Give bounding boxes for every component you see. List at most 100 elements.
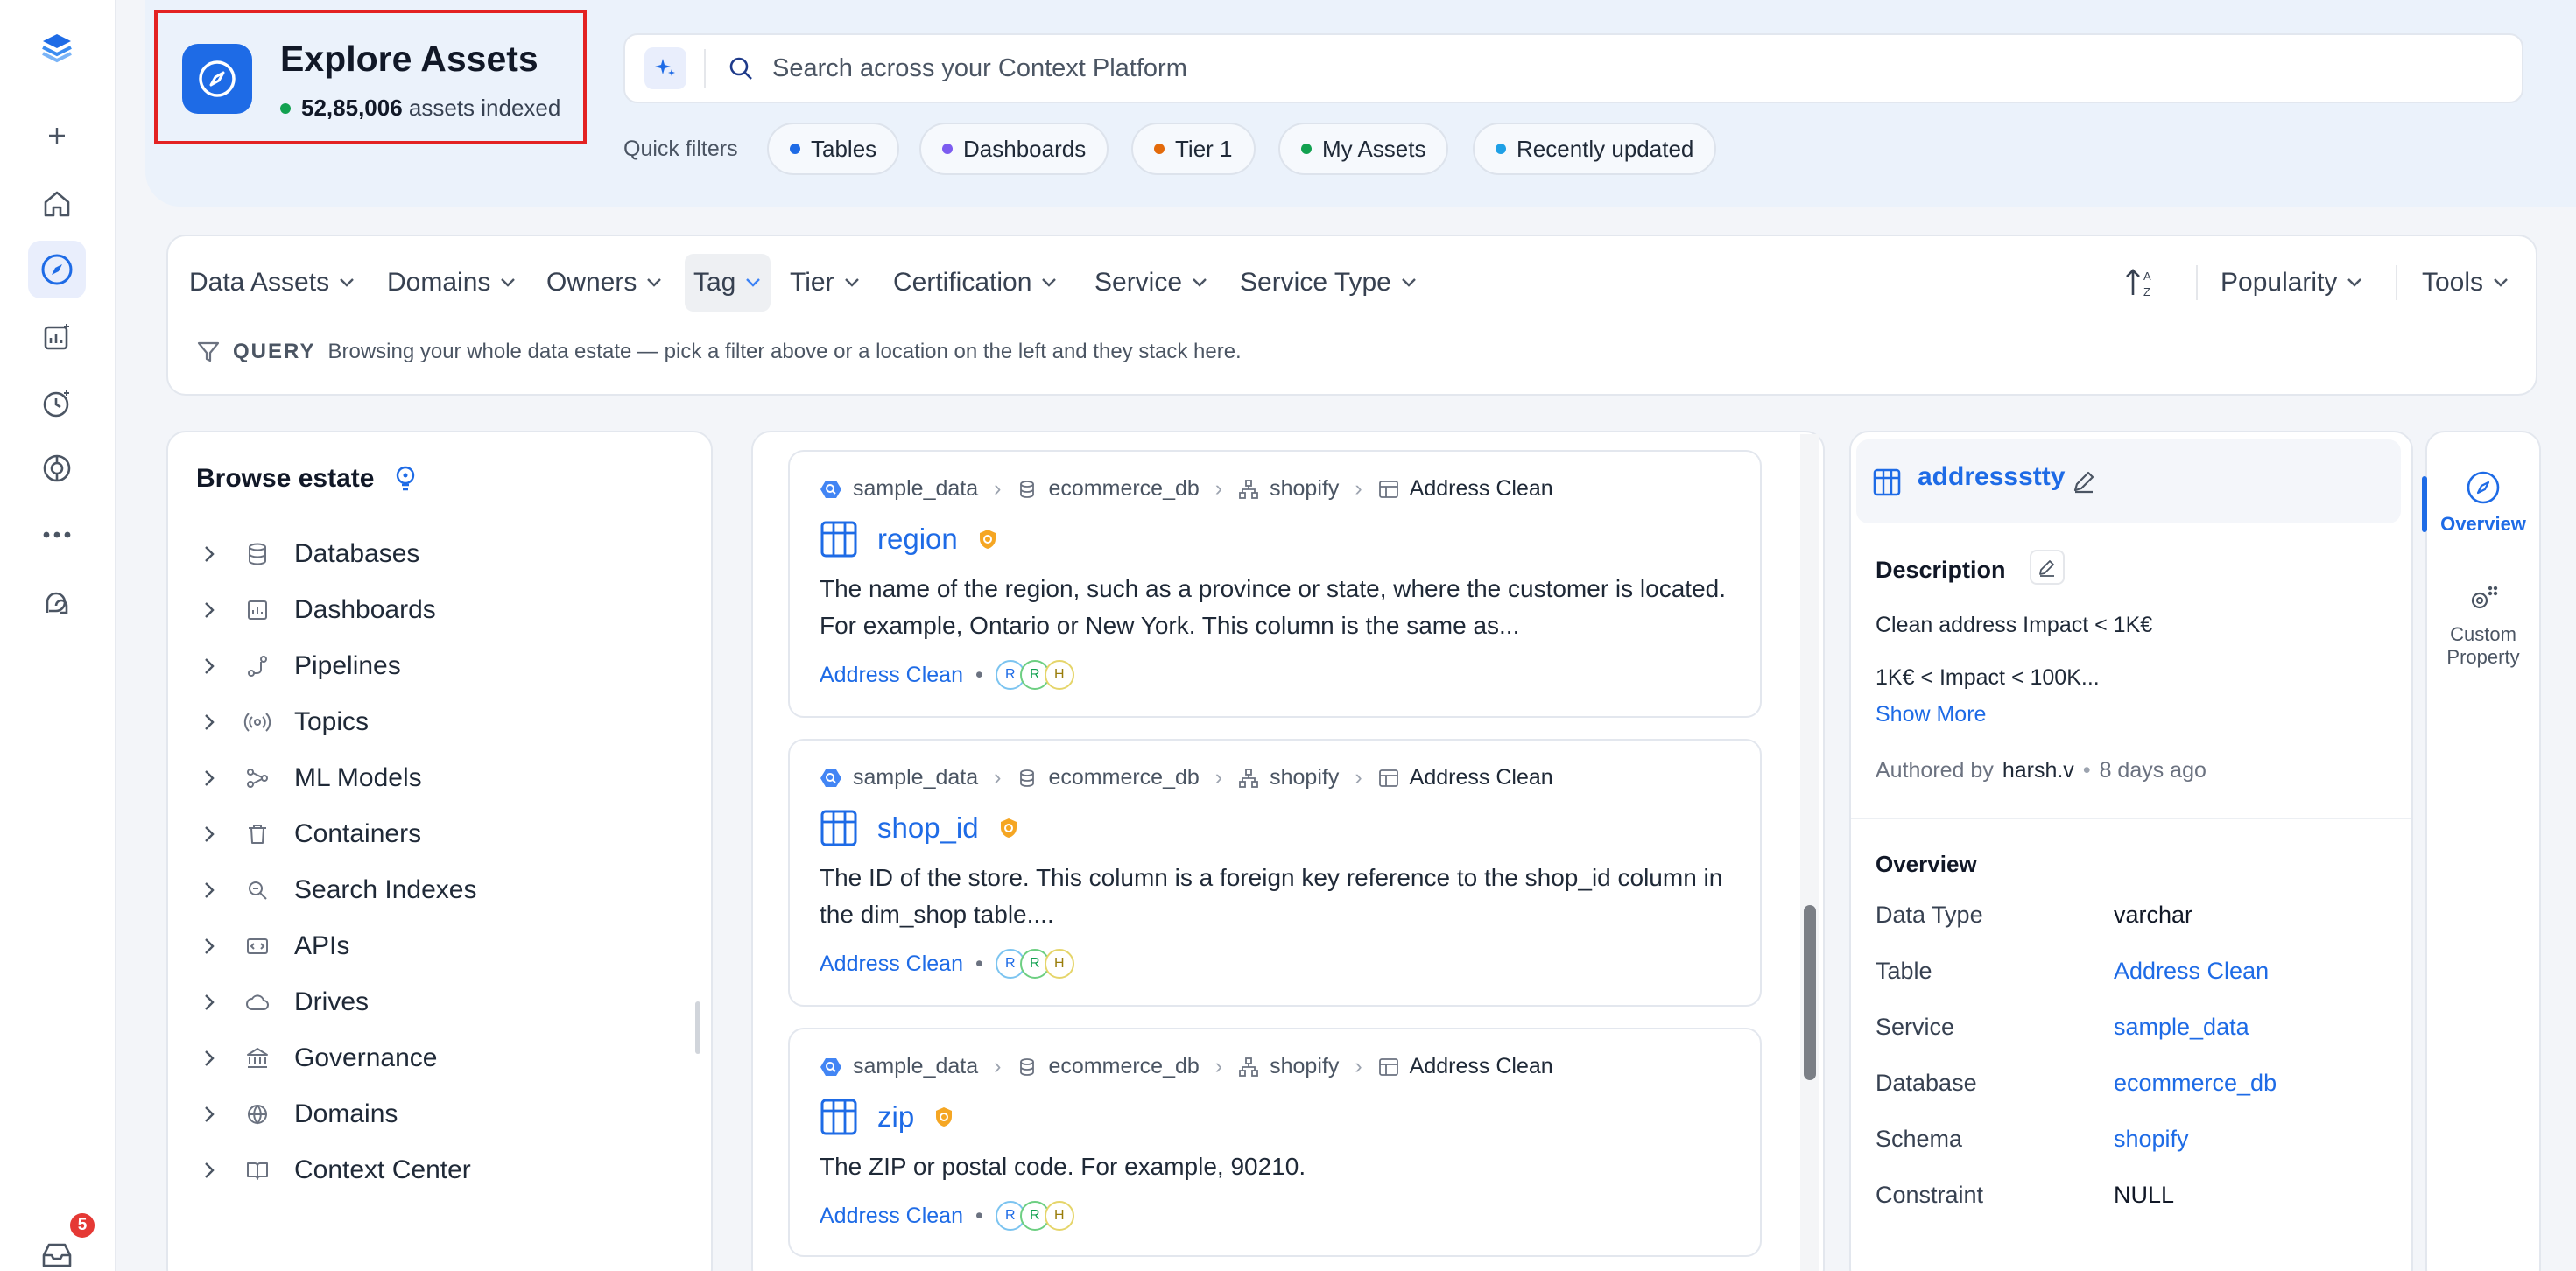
result-name-link[interactable]: region [877, 523, 958, 556]
chevron-down-icon [844, 278, 859, 287]
breadcrumb-table[interactable]: Address Clean [1410, 765, 1553, 790]
browse-item-search-indexes[interactable]: Search Indexes [196, 868, 476, 912]
result-card[interactable]: sample_data › ecommerce_db › shopify › Address… [788, 1028, 1762, 1257]
result-table-link[interactable]: Address Clean [820, 1204, 963, 1229]
quick-filter-recently-updated[interactable]: Recently updated [1473, 123, 1717, 175]
chevron-right-icon[interactable] [196, 821, 222, 847]
browse-item-governance[interactable]: Governance [196, 1036, 437, 1080]
browse-item-drives[interactable]: Drives [196, 980, 369, 1024]
chevron-right-icon[interactable] [196, 597, 222, 623]
more-icon[interactable] [28, 506, 86, 564]
author-name[interactable]: harsh.v [2002, 758, 2074, 783]
query-text: Browsing your whole data estate — pick a… [327, 340, 1242, 363]
chevron-right-icon[interactable] [196, 765, 222, 791]
avatar[interactable]: H [1044, 660, 1074, 690]
sort-popularity-dropdown[interactable]: Popularity [2212, 254, 2372, 312]
governance-icon[interactable] [28, 439, 86, 497]
browse-item-pipelines[interactable]: Pipelines [196, 644, 401, 688]
insights-icon[interactable] [28, 308, 86, 366]
sort-direction-button[interactable]: AZ [2114, 254, 2170, 312]
ai-sparkle-icon[interactable] [644, 47, 686, 89]
add-icon[interactable] [28, 107, 86, 165]
search-bar[interactable] [623, 33, 2523, 103]
chevron-down-icon [1042, 278, 1057, 287]
chat-icon[interactable] [28, 574, 86, 632]
breadcrumb-service[interactable]: sample_data [853, 476, 978, 502]
quick-filter-tables[interactable]: Tables [767, 123, 900, 175]
filter-service-type[interactable]: Service Type [1231, 254, 1426, 312]
breadcrumb-database[interactable]: ecommerce_db [1048, 476, 1199, 502]
result-footer: Address Clean • R R H [820, 660, 1074, 690]
overview-value[interactable]: shopify [2114, 1126, 2189, 1153]
browse-item-dashboards[interactable]: Dashboards [196, 588, 436, 632]
result-name-link[interactable]: zip [877, 1100, 914, 1134]
quick-filter-my-assets[interactable]: My Assets [1278, 123, 1449, 175]
result-table-link[interactable]: Address Clean [820, 663, 963, 688]
result-title: shop_id [820, 809, 1019, 847]
home-icon[interactable] [28, 175, 86, 233]
result-card[interactable]: sample_data › ecommerce_db › shopify › Address… [788, 739, 1762, 1007]
browse-item-domains[interactable]: Domains [196, 1092, 398, 1136]
browse-item-containers[interactable]: Containers [196, 812, 421, 856]
chevron-right-icon[interactable] [196, 877, 222, 903]
breadcrumb-database[interactable]: ecommerce_db [1048, 1054, 1199, 1079]
quick-filter-dashboards[interactable]: Dashboards [919, 123, 1109, 175]
chevron-right-icon[interactable] [196, 1101, 222, 1127]
browse-scrollbar[interactable] [695, 1001, 700, 1054]
browse-item-databases[interactable]: Databases [196, 532, 419, 576]
result-table-link[interactable]: Address Clean [820, 951, 963, 977]
tab-custom-property[interactable]: Custom Property [2425, 581, 2541, 669]
result-name-link[interactable]: shop_id [877, 811, 979, 845]
avatar[interactable]: H [1044, 1201, 1074, 1231]
result-card[interactable]: sample_data › ecommerce_db › shopify › Address… [788, 450, 1762, 718]
filter-domains[interactable]: Domains [378, 254, 525, 312]
breadcrumb-service[interactable]: sample_data [853, 1054, 978, 1079]
owner-avatars[interactable]: RRH [995, 949, 1074, 979]
browse-item-topics[interactable]: Topics [196, 700, 369, 744]
breadcrumb-table[interactable]: Address Clean [1410, 476, 1553, 502]
breadcrumb-schema[interactable]: shopify [1270, 765, 1339, 790]
breadcrumb-schema[interactable]: shopify [1270, 1054, 1339, 1079]
overview-value[interactable]: sample_data [2114, 1014, 2249, 1041]
tab-overview[interactable]: Overview [2425, 469, 2541, 536]
filter-certification[interactable]: Certification [884, 254, 1066, 312]
observability-icon[interactable] [28, 375, 86, 432]
browse-item-apis[interactable]: APIs [196, 924, 349, 968]
details-asset-name[interactable]: addressstty [1918, 462, 2065, 492]
overview-value[interactable]: Address Clean [2114, 958, 2269, 985]
edit-pencil-icon[interactable] [2070, 467, 2098, 495]
breadcrumb-table[interactable]: Address Clean [1410, 1054, 1553, 1079]
show-more-link[interactable]: Show More [1876, 702, 1986, 727]
filter-owners[interactable]: Owners [538, 254, 672, 312]
owner-avatars[interactable]: RRH [995, 660, 1074, 690]
quick-filter-tier1[interactable]: Tier 1 [1131, 123, 1256, 175]
browse-item-label: Dashboards [294, 595, 436, 624]
chevron-right-icon[interactable] [196, 989, 222, 1015]
table-icon [1378, 769, 1398, 787]
search-input[interactable] [772, 53, 2261, 83]
chevron-right-icon[interactable] [196, 653, 222, 679]
overview-value[interactable]: ecommerce_db [2114, 1070, 2277, 1097]
filter-service[interactable]: Service [1086, 254, 1217, 312]
browse-item-context-center[interactable]: Context Center [196, 1148, 471, 1192]
breadcrumb-database[interactable]: ecommerce_db [1048, 765, 1199, 790]
avatar[interactable]: H [1044, 949, 1074, 979]
edit-description-button[interactable] [2030, 550, 2065, 585]
app-logo-icon[interactable] [28, 18, 86, 75]
chevron-right-icon[interactable] [196, 709, 222, 735]
browse-item-ml-models[interactable]: ML Models [196, 756, 422, 800]
chevron-right-icon[interactable] [196, 1157, 222, 1183]
owner-avatars[interactable]: RRH [995, 1201, 1074, 1231]
filter-tag[interactable]: Tag [685, 254, 771, 312]
filter-data-assets[interactable]: Data Assets [180, 254, 364, 312]
breadcrumb-schema[interactable]: shopify [1270, 476, 1339, 502]
tier1-dot-icon [1154, 144, 1165, 154]
breadcrumb-service[interactable]: sample_data [853, 765, 978, 790]
tools-dropdown[interactable]: Tools [2413, 254, 2518, 312]
filter-tier[interactable]: Tier [781, 254, 869, 312]
chevron-right-icon[interactable] [196, 933, 222, 959]
results-scrollbar[interactable] [1804, 905, 1816, 1080]
explore-compass-icon[interactable] [28, 241, 86, 298]
chevron-right-icon[interactable] [196, 541, 222, 567]
chevron-right-icon[interactable] [196, 1045, 222, 1071]
